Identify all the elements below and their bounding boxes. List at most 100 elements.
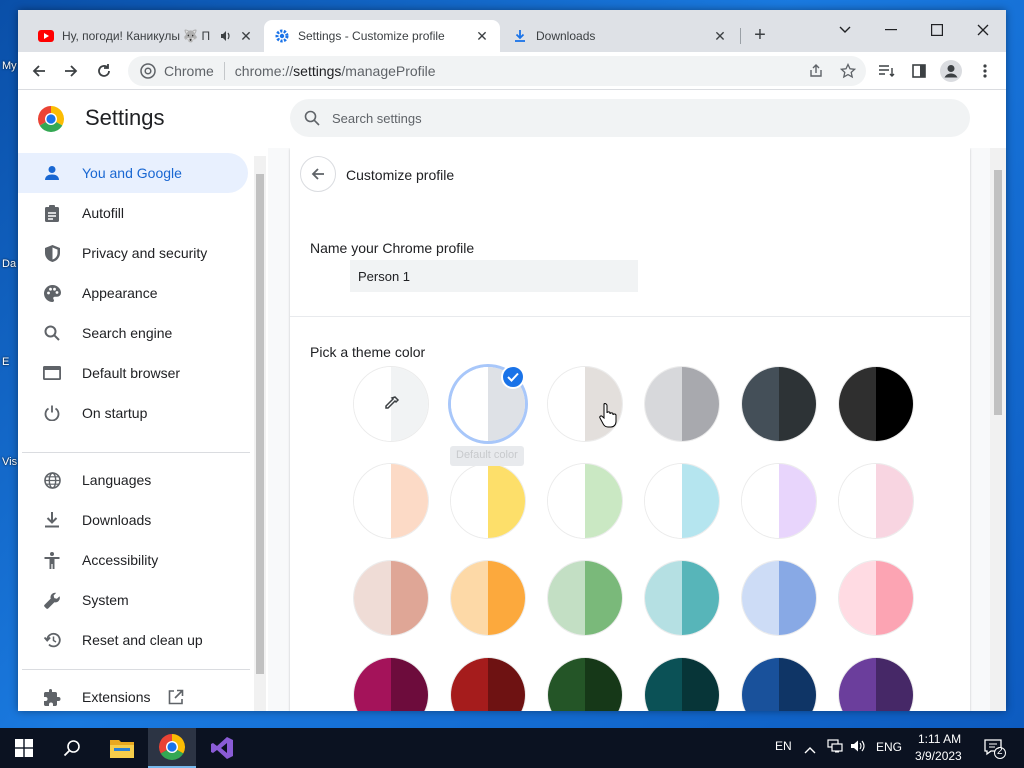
minimize-button[interactable] [868,16,914,44]
clock-date[interactable]: 3/9/2023 [915,749,962,763]
sidebar-divider [22,669,250,670]
sidebar-item-label: Autofill [82,205,125,221]
sidebar-scroll-thumb[interactable] [256,174,264,674]
close-tab-icon[interactable]: ✕ [712,28,728,45]
tab-settings[interactable]: Settings - Customize profile ✕ [264,20,500,52]
search-settings-input[interactable] [332,110,932,126]
tab-label: Settings - Customize profile [298,29,445,43]
sidebar-item-languages[interactable]: Languages [18,460,248,500]
theme-color-swatch[interactable] [742,658,816,711]
sidebar-item-label: Reset and clean up [82,632,203,648]
theme-color-swatch[interactable] [354,561,428,635]
volume-icon[interactable] [850,739,866,758]
sidebar-item-autofill[interactable]: Autofill [18,193,248,233]
kebab-menu-icon[interactable] [972,58,998,84]
theme-color-swatch[interactable] [354,658,428,711]
close-window-button[interactable] [960,16,1006,44]
sidebar-item-search-engine[interactable]: Search engine [18,313,248,353]
maximize-button[interactable] [914,16,960,44]
sidebar-item-label: Default browser [82,365,181,381]
site-info[interactable]: Chrome [140,63,214,79]
start-button[interactable] [0,728,48,768]
file-explorer-icon[interactable] [98,728,146,768]
sidebar-item-accessibility[interactable]: Accessibility [18,540,248,580]
reading-list-icon[interactable] [874,58,900,84]
close-tab-icon[interactable]: ✕ [474,28,490,45]
settings-gear-icon [274,28,290,44]
back-icon[interactable] [26,58,52,84]
clock-time[interactable]: 1:11 AM [918,732,961,746]
desktop-icon-label[interactable]: Vis [2,456,17,468]
sidebar-item-downloads[interactable]: Downloads [18,500,248,540]
theme-color-swatch[interactable] [839,561,913,635]
theme-color-swatch[interactable] [742,561,816,635]
theme-color-swatch[interactable] [645,464,719,538]
language-indicator[interactable]: EN [775,739,792,753]
theme-color-swatch[interactable] [451,658,525,711]
main-scrollbar[interactable] [990,148,1006,711]
download-icon [512,28,528,44]
profile-name-input[interactable] [350,260,638,292]
side-panel-icon[interactable] [906,58,932,84]
theme-color-swatch[interactable] [645,561,719,635]
address-bar[interactable]: Chrome chrome://settings/manageProfile [128,56,866,86]
sidebar-scrollbar[interactable] [254,156,266,711]
theme-color-swatch[interactable] [839,464,913,538]
theme-color-swatch[interactable] [742,464,816,538]
theme-color-swatch[interactable] [451,464,525,538]
tab-youtube[interactable]: Ну, погоди! Каникулы 🐺 П ✕ [28,20,264,52]
sidebar-item-appearance[interactable]: Appearance [18,273,248,313]
palette-icon [42,283,62,303]
new-tab-button[interactable]: + [748,24,772,46]
tab-strip: Ну, погоди! Каникулы 🐺 П ✕ Settings - Cu… [18,10,1006,52]
close-tab-icon[interactable]: ✕ [238,28,254,45]
back-arrow-button[interactable] [300,156,336,192]
chrome-icon [140,63,156,79]
theme-color-swatch[interactable] [742,367,816,441]
sidebar-item-default-browser[interactable]: Default browser [18,353,248,393]
sidebar-item-system[interactable]: System [18,580,248,620]
reload-icon[interactable] [91,58,117,84]
sidebar-item-privacy-and-security[interactable]: Privacy and security [18,233,248,273]
sidebar-item-you-and-google[interactable]: You and Google [18,153,248,193]
theme-color-swatch[interactable] [839,658,913,711]
taskbar: EN ENG 1:11 AM 3/9/2023 2 [0,728,1024,768]
reset-icon [42,630,62,650]
sidebar-item-extensions[interactable]: Extensions [18,677,248,717]
desktop-icon-label[interactable]: Da [2,258,16,270]
chrome-taskbar-icon[interactable] [148,728,196,768]
chevron-up-icon[interactable] [804,741,816,759]
theme-color-swatch[interactable] [451,561,525,635]
theme-color-swatch[interactable] [548,658,622,711]
tab-downloads[interactable]: Downloads ✕ [502,20,738,52]
forward-icon[interactable] [58,58,84,84]
url-scheme: chrome:// [234,63,294,79]
sidebar-item-reset-and-clean-up[interactable]: Reset and clean up [18,620,248,660]
bookmark-star-icon[interactable] [840,63,856,79]
search-icon[interactable] [48,728,96,768]
settings-main: Customize profile Name your Chrome profi… [268,148,1006,711]
theme-color-swatch[interactable] [548,561,622,635]
network-icon[interactable] [827,739,843,758]
speaker-icon[interactable] [220,30,232,42]
theme-color-swatch[interactable] [548,464,622,538]
tab-separator [740,28,741,44]
main-scroll-thumb[interactable] [994,170,1002,415]
input-method-indicator[interactable]: ENG [876,740,902,754]
custom-color-swatch[interactable] [354,367,428,441]
customize-profile-card: Customize profile Name your Chrome profi… [290,148,970,711]
theme-color-swatch[interactable] [645,367,719,441]
visual-studio-icon[interactable] [198,728,246,768]
shield-icon [42,243,62,263]
sidebar-item-on-startup[interactable]: On startup [18,393,248,433]
desktop-icon-label[interactable]: E [2,356,9,368]
desktop-icon-label[interactable]: My [2,60,17,72]
settings-sidebar: You and Google Autofill Privacy and secu… [18,148,268,711]
share-icon[interactable] [808,63,824,79]
tab-search-chevron-icon[interactable] [822,16,868,44]
search-settings-box[interactable] [290,99,970,137]
theme-color-swatch[interactable] [645,658,719,711]
theme-color-swatch[interactable] [354,464,428,538]
profile-avatar-icon[interactable] [938,58,964,84]
theme-color-swatch[interactable] [839,367,913,441]
